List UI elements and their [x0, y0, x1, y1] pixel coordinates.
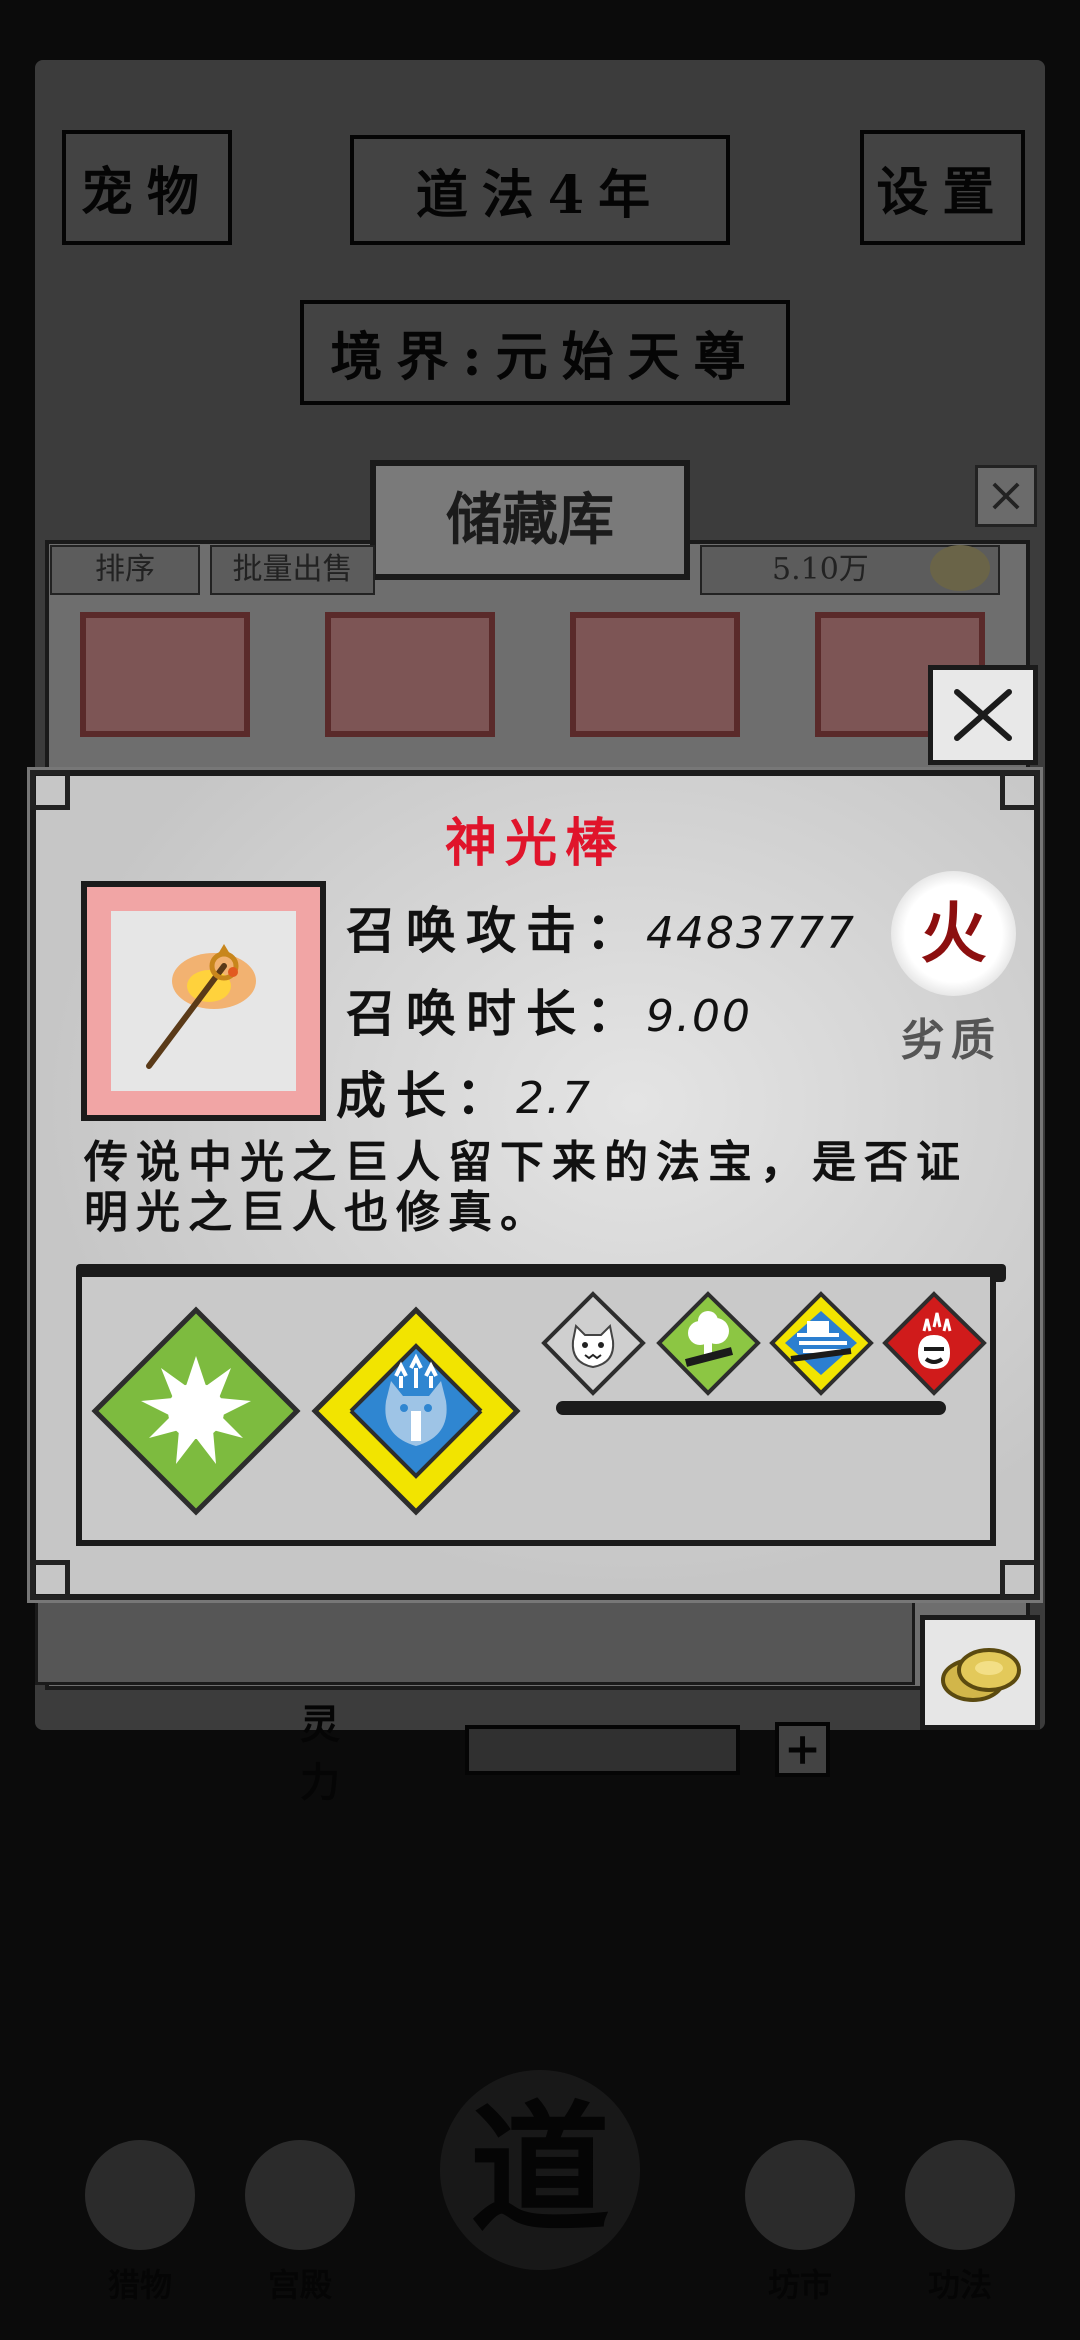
storage-slot[interactable] — [80, 612, 250, 737]
pet-button: 宠物 — [62, 130, 232, 245]
storage-bottom-tabs — [35, 1595, 915, 1685]
realm-banner: 境界:元始天尊 — [300, 300, 790, 405]
blue-wind-skill-icon — [769, 1291, 874, 1396]
summon-duration-stat: 召唤时长：9.00 — [346, 974, 752, 1046]
sub-skills-brush-line — [556, 1401, 946, 1415]
red-fire-skill-icon — [882, 1291, 987, 1396]
hunt-icon — [85, 2140, 195, 2250]
power-label: 灵力 — [300, 1701, 354, 1806]
sub-skill-blue-wind[interactable] — [769, 1291, 874, 1400]
stat-value: 9.00 — [646, 991, 752, 1042]
item-detail-dialog: 神光棒 召唤攻击：4483777 召唤时长：9.00 成长：2.7 火 劣质 传… — [30, 770, 1040, 1600]
market-icon — [745, 2140, 855, 2250]
fire-element-badge: 火 — [891, 871, 1016, 996]
stat-label: 召唤时长 — [346, 984, 586, 1043]
power-bar — [465, 1725, 740, 1775]
stat-separator: ： — [456, 1066, 516, 1125]
stat-separator: ： — [586, 901, 646, 960]
year-banner: 道法4年 — [350, 135, 730, 245]
stat-label: 成长 — [336, 1066, 456, 1125]
power-add-button: + — [775, 1722, 830, 1777]
skill-starburst[interactable] — [91, 1306, 301, 1520]
storage-slot[interactable] — [325, 612, 495, 737]
storage-title: 储藏库 — [370, 460, 690, 580]
palace-icon — [245, 2140, 355, 2250]
stat-value: 4483777 — [646, 908, 856, 959]
summon-attack-stat: 召唤攻击：4483777 — [346, 891, 856, 963]
sub-skill-green-smoke[interactable] — [656, 1291, 761, 1400]
cat-power-up-skill-icon — [311, 1306, 521, 1516]
item-image-frame — [81, 881, 326, 1121]
batch-sell-button[interactable]: 批量出售 — [210, 545, 375, 595]
close-button[interactable] — [928, 665, 1038, 765]
nav-market: 坊市 — [730, 2140, 870, 2306]
nav-palace: 宫殿 — [230, 2140, 370, 2306]
dialog-corner — [30, 1560, 70, 1600]
gold-ingot-icon — [930, 545, 990, 591]
storage-close-button[interactable]: × — [975, 465, 1037, 527]
coin-amount: 5.10万 — [772, 552, 869, 587]
stat-label: 召唤攻击 — [346, 901, 586, 960]
item-description: 传说中光之巨人留下来的法宝，是否证明光之巨人也修真。 — [84, 1137, 968, 1238]
nav-hunt: 猎物 — [70, 2140, 210, 2306]
stat-separator: ： — [586, 984, 646, 1043]
gold-coin-button[interactable] — [920, 1615, 1040, 1730]
sub-skill-red-fire[interactable] — [882, 1291, 987, 1400]
close-icon — [954, 689, 1012, 741]
gold-ingot-icon — [941, 1647, 1021, 1702]
nav-dao: 道 — [440, 2070, 640, 2270]
sort-button[interactable]: 排序 — [50, 545, 200, 595]
storage-slot[interactable] — [570, 612, 740, 737]
nav-skills: 功法 — [890, 2140, 1030, 2306]
dialog-corner — [1000, 1560, 1040, 1600]
starburst-skill-icon — [91, 1306, 301, 1516]
item-image — [111, 911, 296, 1091]
green-smoke-skill-icon — [656, 1291, 761, 1396]
sub-skill-gray-cat[interactable] — [541, 1291, 646, 1400]
stat-value: 2.7 — [516, 1073, 592, 1124]
growth-stat: 成长：2.7 — [336, 1056, 592, 1128]
item-name: 神光棒 — [444, 813, 625, 874]
quality-label: 劣质 — [901, 1015, 1001, 1066]
settings-button: 设置 — [860, 130, 1025, 245]
scroll-icon — [905, 2140, 1015, 2250]
fire-staff-icon — [145, 944, 256, 1069]
gray-cat-skill-icon — [541, 1291, 646, 1396]
skill-cat-power-up[interactable] — [311, 1306, 521, 1520]
